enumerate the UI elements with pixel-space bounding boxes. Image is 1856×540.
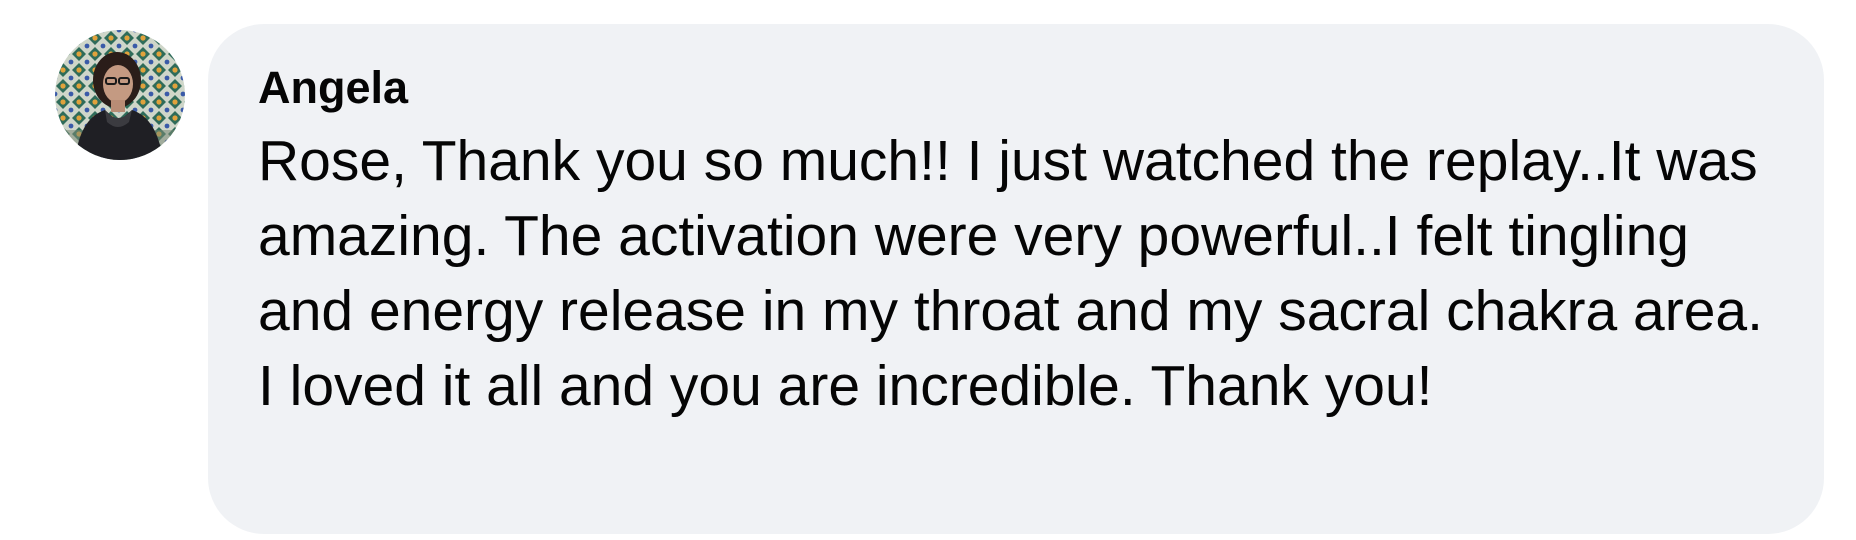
comment-bubble: Angela Rose, Thank you so much!! I just … — [208, 24, 1824, 534]
comment: Angela Rose, Thank you so much!! I just … — [0, 0, 1856, 540]
avatar[interactable] — [55, 30, 185, 160]
comment-author[interactable]: Angela — [258, 60, 1780, 116]
user-avatar-icon — [55, 30, 185, 160]
comment-text: Rose, Thank you so much!! I just watched… — [258, 129, 1763, 418]
